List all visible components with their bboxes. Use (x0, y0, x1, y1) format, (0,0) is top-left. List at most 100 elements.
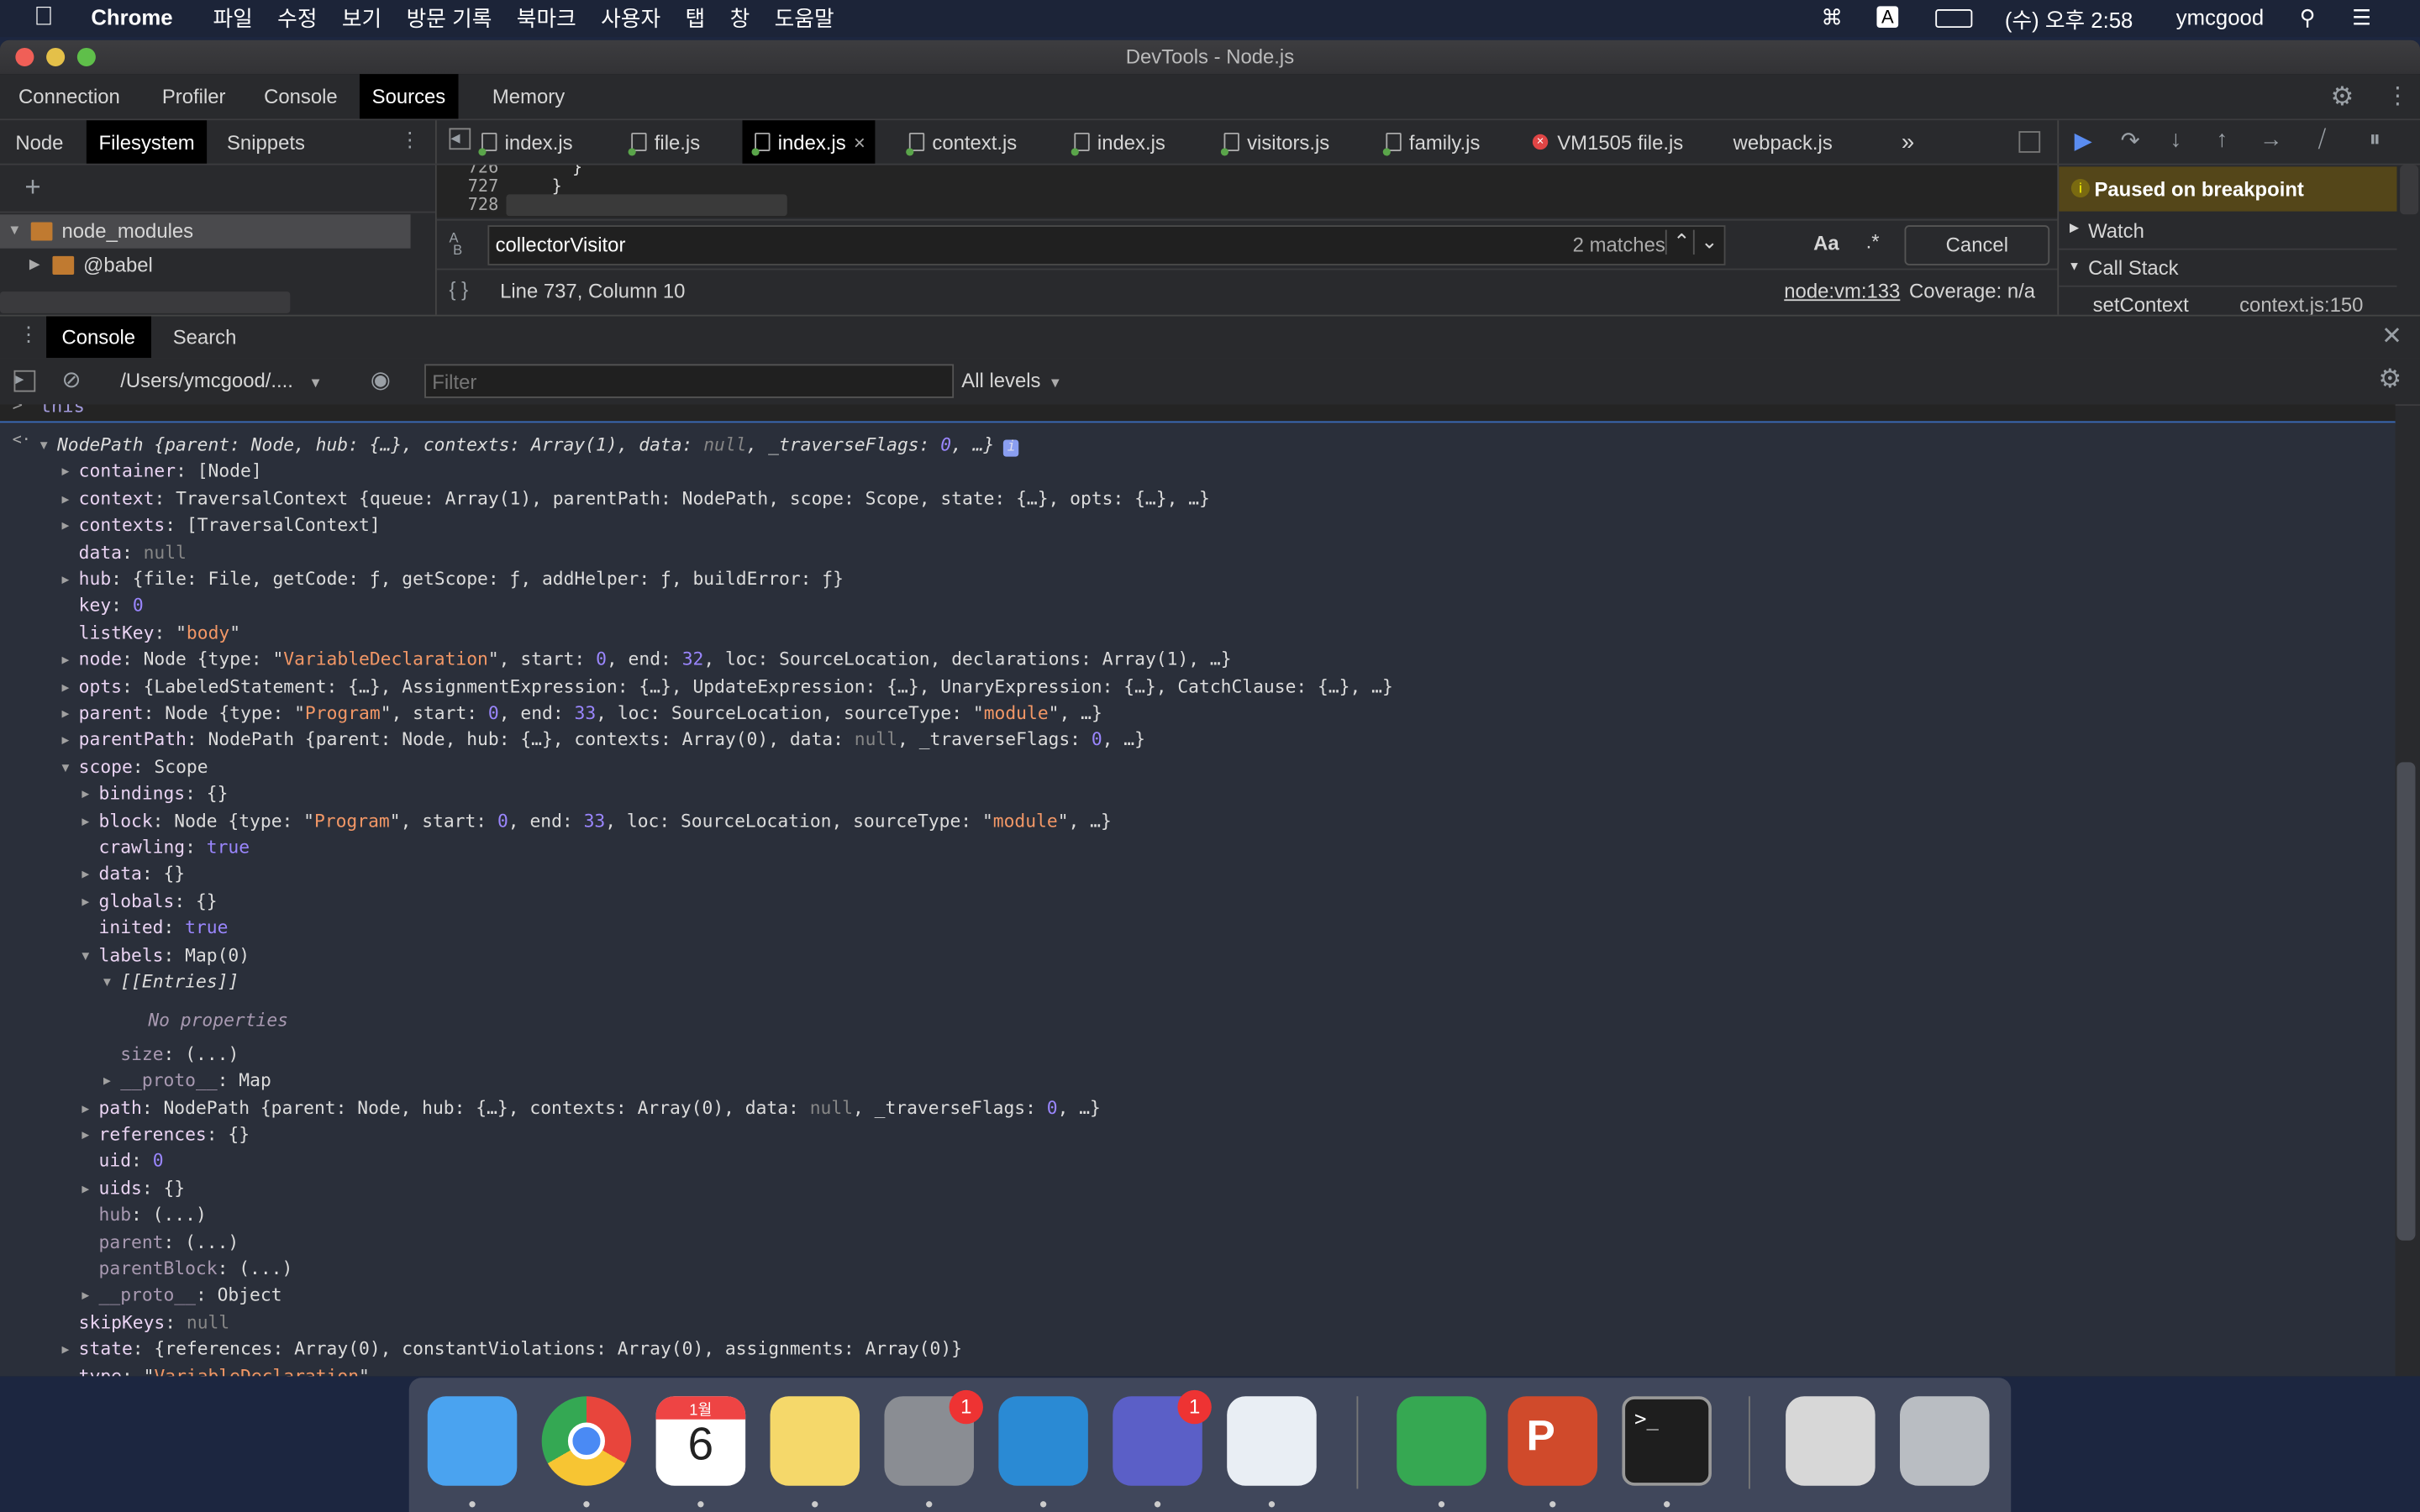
collapsed-arrow-icon[interactable]: ▶ (61, 701, 74, 727)
context-selector[interactable]: /Users/ymcgood/.... ▼ (120, 369, 322, 392)
tree-item[interactable]: ▶ @babel (0, 249, 411, 282)
editor-tab[interactable]: index.js (469, 120, 585, 163)
console-line[interactable]: ▶ globals: {} (82, 889, 217, 915)
collapsed-arrow-icon[interactable]: ▶ (61, 512, 74, 538)
console-line[interactable]: ▶ context: TraversalContext {queue: Array… (61, 486, 1210, 512)
console-line[interactable]: ▶ block: Node {type: "Program", start: 0,… (82, 808, 1112, 834)
expanded-arrow-icon[interactable]: ▼ (40, 432, 53, 458)
collapsed-arrow-icon[interactable]: ▶ (82, 808, 94, 834)
show-sidebar-icon[interactable]: ▶ (13, 370, 36, 392)
drawer-tab-search[interactable]: Search (157, 317, 251, 359)
console-line[interactable]: ▶ references: {} (82, 1121, 250, 1147)
collapsed-arrow-icon[interactable]: ▶ (61, 566, 74, 592)
tab-sources[interactable]: Sources (359, 74, 458, 119)
tab-memory[interactable]: Memory (480, 74, 577, 118)
collapsed-arrow-icon[interactable]: ▶ (61, 459, 74, 485)
menu-item[interactable]: 보기 (342, 3, 381, 34)
spotlight-search-icon[interactable]: ⚲ (2300, 5, 2316, 31)
regex-button[interactable]: .* (1866, 230, 1880, 254)
editor-tab[interactable]: context.js (897, 120, 1029, 163)
console-filter-input[interactable] (424, 364, 955, 398)
apple-icon[interactable]:  (34, 2, 53, 33)
previous-match-button[interactable]: ⌃ (1665, 229, 1697, 255)
collapsed-arrow-icon[interactable]: ▶ (82, 862, 94, 888)
notes-dock-icon[interactable] (770, 1396, 860, 1486)
console-line[interactable]: ▶ uids: {} (82, 1175, 185, 1201)
sourcetree-dock-icon[interactable] (1397, 1396, 1486, 1486)
step-icon[interactable]: → (2260, 127, 2283, 153)
search-input[interactable]: collectorVisitor 2 matches ⌃ ⌄ (487, 225, 1726, 265)
console-line[interactable]: ▶ container: [Node] (61, 459, 261, 485)
close-tab-icon[interactable]: × (854, 130, 865, 154)
deactivate-breakpoints-icon[interactable]: ⧸ (2318, 127, 2326, 153)
menu-item[interactable]: 사용자 (601, 3, 660, 34)
console-line[interactable]: ▶ __proto__: Object (82, 1283, 281, 1309)
next-match-button[interactable]: ⌄ (1693, 229, 1724, 255)
documents-stack-dock-icon[interactable] (1786, 1396, 1876, 1486)
editor-tab[interactable]: index.js (1062, 120, 1178, 163)
collapsed-arrow-icon[interactable]: ▶ (82, 781, 94, 807)
collapsed-arrow-icon[interactable]: ▶ (82, 1095, 94, 1121)
editor-tab[interactable]: index.js × (742, 120, 875, 164)
clear-console-icon[interactable]: ⊘ (61, 365, 81, 393)
add-folder-button[interactable]: + (24, 171, 40, 204)
step-over-icon[interactable]: ↷ (2121, 127, 2140, 154)
wifi-icon[interactable]: ⌘ (1821, 5, 1843, 31)
console-line[interactable]: ▶ parent: Node {type: "Program", start: 0… (61, 701, 1102, 727)
tab-console[interactable]: Console (251, 74, 350, 118)
menu-item[interactable]: 창 (730, 3, 750, 34)
more-options-icon[interactable]: ⋮ (2386, 81, 2410, 109)
replace-toggle-icon[interactable]: A B (449, 231, 462, 257)
powerpoint-dock-icon[interactable]: P (1507, 1396, 1598, 1486)
info-badge-icon[interactable]: i (1003, 439, 1019, 457)
editor-horizontal-scrollbar[interactable] (506, 194, 787, 217)
clock[interactable]: (수) 오후 2:58 (2005, 5, 2133, 36)
navigator-more-icon[interactable]: ⋮ (400, 128, 420, 152)
app-menu[interactable]: Chrome (91, 5, 172, 29)
vscode-dock-icon[interactable] (998, 1396, 1088, 1486)
drawer-tab-console[interactable]: Console (46, 316, 151, 359)
editor-tab[interactable]: file.js (619, 120, 713, 163)
close-drawer-icon[interactable]: ✕ (2381, 321, 2402, 352)
console-line[interactable]: ▶ __proto__: Map (103, 1068, 271, 1094)
editor-tab[interactable]: visitors.js (1212, 120, 1342, 163)
chrome-dock-icon[interactable] (541, 1396, 632, 1486)
menu-item[interactable]: 도움말 (775, 3, 834, 34)
console-line[interactable]: ▶ bindings: {} (82, 781, 228, 807)
trash-dock-icon[interactable] (1900, 1396, 1990, 1486)
expanded-arrow-icon[interactable]: ▼ (82, 942, 94, 968)
tree-item[interactable]: ▼ node_modules (0, 214, 411, 249)
tab-profiler[interactable]: Profiler (150, 74, 238, 118)
match-case-button[interactable]: Aa (1813, 232, 1839, 255)
system-preferences-dock-icon[interactable]: 1 (884, 1389, 983, 1486)
console-line[interactable]: ▶ path: NodePath {parent: Node, hub: {…},… (82, 1095, 1101, 1121)
call-frame[interactable]: setContext context.js:150 (2059, 288, 2396, 315)
expanded-arrow-icon[interactable]: ▼ (103, 969, 116, 995)
collapsed-arrow-icon[interactable]: ▶ (82, 1175, 94, 1201)
console-line[interactable]: ▶ hub: {file: File, getCode: ƒ, getScope:… (61, 566, 844, 592)
toggle-navigator-icon[interactable]: ◀ (449, 128, 471, 150)
watch-section-header[interactable]: ▶ Watch (2059, 214, 2397, 250)
menu-item[interactable]: 파일 (213, 3, 252, 34)
pitcher-app-dock-icon[interactable] (1227, 1396, 1317, 1486)
cancel-search-button[interactable]: Cancel (1904, 225, 2050, 265)
debugger-sidebar-scrollbar[interactable] (2400, 165, 2419, 215)
console-scrollbar[interactable] (2396, 762, 2416, 1241)
notification-center-icon[interactable]: ☰ (2352, 5, 2371, 31)
collapsed-arrow-icon[interactable]: ▶ (103, 1068, 116, 1094)
toggle-debugger-icon[interactable] (2018, 131, 2041, 153)
collapsed-arrow-icon[interactable]: ▶ (61, 486, 74, 512)
console-line[interactable]: ▼ scope: Scope (61, 754, 208, 780)
tree-horizontal-scrollbar[interactable] (0, 291, 291, 313)
more-tabs-button[interactable]: » (1889, 120, 1927, 163)
terminal-dock-icon[interactable]: >_ (1622, 1396, 1712, 1486)
resume-icon[interactable]: ▶ (2075, 127, 2092, 154)
settings-gear-icon[interactable]: ⚙ (2330, 81, 2354, 113)
console-line[interactable]: ▼ labels: Map(0) (82, 942, 250, 968)
editor-tab[interactable]: webpack.js (1721, 120, 1845, 163)
console-line[interactable]: ▶ data: {} (82, 862, 185, 888)
step-into-icon[interactable]: ↓ (2170, 127, 2181, 153)
teams-dock-icon[interactable]: 1 (1113, 1389, 1212, 1486)
drawer-menu-icon[interactable]: ⋮ (18, 323, 39, 347)
console-line[interactable]: ▶ parentPath: NodePath {parent: Node, hub… (61, 727, 1145, 753)
